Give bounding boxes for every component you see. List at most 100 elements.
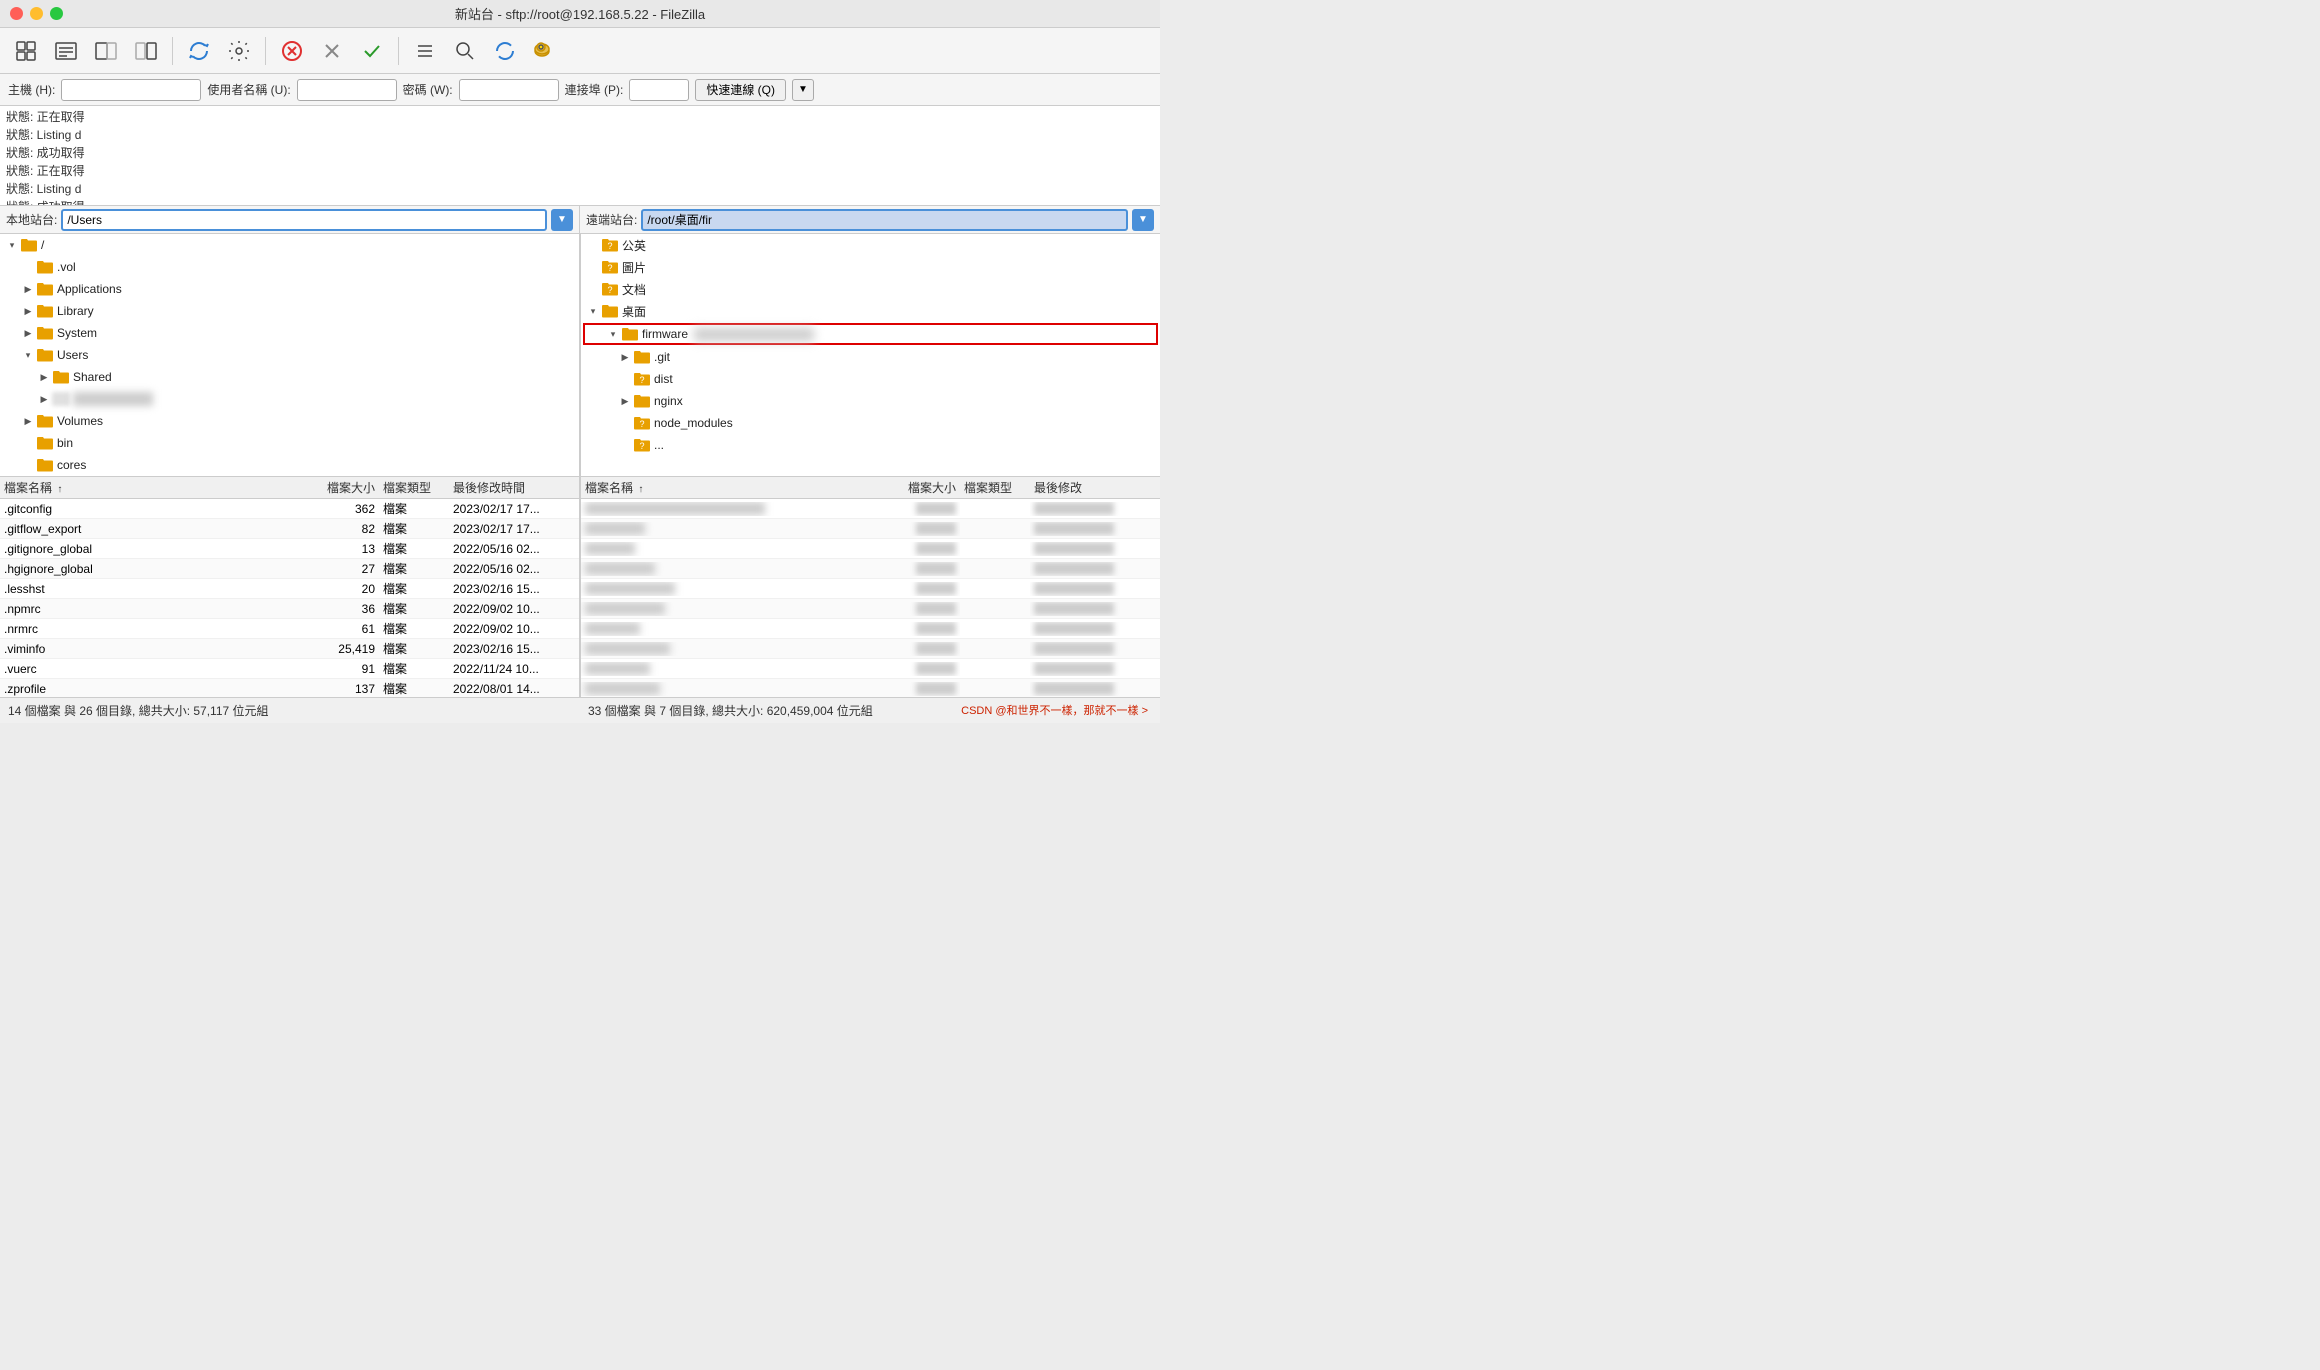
remote-tree-item-node_modules[interactable]: ?node_modules	[581, 412, 1160, 434]
tree-toggle-bin[interactable]	[20, 435, 36, 451]
tree-toggle-users[interactable]: ▾	[20, 347, 36, 363]
local-file-row[interactable]: .npmrc 36 檔案 2022/09/02 10...	[0, 599, 579, 619]
tree-toggle-username[interactable]: ▶	[36, 391, 52, 407]
port-label: 連接埠 (P):	[565, 81, 624, 98]
local-tree-item-shared[interactable]: ▶Shared	[0, 366, 579, 388]
remote-tree-item-tupian[interactable]: ?圖片	[581, 256, 1160, 278]
remote-toggle-tupian[interactable]	[585, 259, 601, 275]
search-button[interactable]	[447, 33, 483, 69]
remote-toggle-zhuomian[interactable]: ▾	[585, 303, 601, 319]
svg-text:?: ?	[639, 441, 644, 451]
local-file-row[interactable]: .nrmrc 61 檔案 2022/09/02 10...	[0, 619, 579, 639]
local-path-dropdown[interactable]: ▼	[551, 209, 573, 231]
remote-file-date-cell: ████████	[1030, 622, 1160, 636]
remote-tree-item-dist[interactable]: ?dist	[581, 368, 1160, 390]
host-label: 主機 (H):	[8, 81, 55, 98]
remote-search-button[interactable]	[527, 33, 563, 69]
local-tree-item-username[interactable]: ▶ ██████	[0, 388, 579, 410]
local-file-row[interactable]: .gitignore_global 13 檔案 2022/05/16 02...	[0, 539, 579, 559]
local-tree-item-vol[interactable]: .vol	[0, 256, 579, 278]
local-tree[interactable]: ▾/.vol▶Applications▶Library▶System▾Users…	[0, 234, 579, 477]
list-button[interactable]	[407, 33, 443, 69]
host-input[interactable]	[61, 79, 201, 101]
minimize-button[interactable]	[30, 7, 43, 20]
remote-tree-item-more[interactable]: ?...	[581, 434, 1160, 456]
quick-connect-button[interactable]: 快速連線 (Q)	[695, 79, 786, 101]
remote-tree-item-nginx[interactable]: ▶nginx	[581, 390, 1160, 412]
remote-toggle-node_modules[interactable]	[617, 415, 633, 431]
toggle-remote-button[interactable]	[128, 33, 164, 69]
tree-toggle-cores[interactable]	[20, 457, 36, 473]
tree-toggle-volumes[interactable]: ▶	[20, 413, 36, 429]
tree-toggle-shared[interactable]: ▶	[36, 369, 52, 385]
remote-toggle-dist[interactable]	[617, 371, 633, 387]
remote-tree-item-zhuomian[interactable]: ▾桌面	[581, 300, 1160, 322]
local-file-row[interactable]: .gitconfig 362 檔案 2023/02/17 17...	[0, 499, 579, 519]
tree-label-username: ██████	[73, 392, 153, 406]
local-tree-item-volumes[interactable]: ▶Volumes	[0, 410, 579, 432]
tree-toggle-system[interactable]: ▶	[20, 325, 36, 341]
remote-toggle-wendang[interactable]	[585, 281, 601, 297]
refresh-button[interactable]	[181, 33, 217, 69]
remote-toggle-nginx[interactable]: ▶	[617, 393, 633, 409]
folder-icon-username	[52, 392, 70, 406]
tree-toggle-applications[interactable]: ▶	[20, 281, 36, 297]
reconnect-button[interactable]	[354, 33, 390, 69]
local-file-row[interactable]: .gitflow_export 82 檔案 2023/02/17 17...	[0, 519, 579, 539]
remote-file-row[interactable]: ████ ██ ████████	[581, 599, 1160, 619]
disconnect-button[interactable]	[314, 33, 350, 69]
maximize-button[interactable]	[50, 7, 63, 20]
remote-file-row[interactable]: ████ ██ ████████	[581, 619, 1160, 639]
local-file-row[interactable]: .zprofile 137 檔案 2022/08/01 14...	[0, 679, 579, 697]
remote-file-row[interactable]: ████ ██ ████████	[581, 539, 1160, 559]
cancel-button[interactable]	[274, 33, 310, 69]
local-panel: ▾/.vol▶Applications▶Library▶System▾Users…	[0, 234, 580, 697]
port-input[interactable]	[629, 79, 689, 101]
local-tree-item-bin[interactable]: bin	[0, 432, 579, 454]
toggle-local-button[interactable]	[88, 33, 124, 69]
close-button[interactable]	[10, 7, 23, 20]
pass-input[interactable]	[459, 79, 559, 101]
remote-tree-item-wendang[interactable]: ?文档	[581, 278, 1160, 300]
remote-tree-item-firmware[interactable]: ▾firmware████████████	[583, 323, 1158, 345]
user-input[interactable]	[297, 79, 397, 101]
sync-browse-button[interactable]	[487, 33, 523, 69]
site-manager-button[interactable]	[8, 33, 44, 69]
remote-tree-item-gongkai[interactable]: ?公英	[581, 234, 1160, 256]
local-path-input[interactable]	[61, 209, 547, 231]
col-size-header: 檔案大小	[309, 479, 379, 496]
local-file-row[interactable]: .viminfo 25,419 檔案 2023/02/16 15...	[0, 639, 579, 659]
remote-file-row[interactable]: ████ ██ ████████	[581, 519, 1160, 539]
local-tree-item-cores[interactable]: cores	[0, 454, 579, 476]
remote-toggle-git[interactable]: ▶	[617, 349, 633, 365]
remote-file-row[interactable]: ████ ██ ████████	[581, 559, 1160, 579]
local-tree-item-library[interactable]: ▶Library	[0, 300, 579, 322]
local-file-row[interactable]: .vuerc 91 檔案 2022/11/24 10...	[0, 659, 579, 679]
local-tree-item-system[interactable]: ▶System	[0, 322, 579, 344]
tree-toggle-library[interactable]: ▶	[20, 303, 36, 319]
remote-toggle-firmware[interactable]: ▾	[605, 326, 621, 342]
remote-toggle-gongkai[interactable]	[585, 237, 601, 253]
toggle-message-button[interactable]	[48, 33, 84, 69]
remote-tree-item-git[interactable]: ▶.git	[581, 346, 1160, 368]
local-tree-item-root[interactable]: ▾/	[0, 234, 579, 256]
quick-connect-dropdown[interactable]: ▼	[792, 79, 814, 101]
remote-toggle-more[interactable]	[617, 437, 633, 453]
remote-tree[interactable]: ?公英?圖片?文档▾桌面▾firmware████████████▶.git?d…	[580, 234, 1160, 477]
file-type-cell: 檔案	[379, 520, 449, 537]
remote-path-input[interactable]	[641, 209, 1128, 231]
local-tree-item-applications[interactable]: ▶Applications	[0, 278, 579, 300]
remote-file-row[interactable]: ████ ██ ████████	[581, 579, 1160, 599]
remote-file-row[interactable]: ████ ██ ████████	[581, 679, 1160, 697]
local-tree-item-users[interactable]: ▾Users	[0, 344, 579, 366]
filter-button[interactable]	[221, 33, 257, 69]
remote-file-row[interactable]: ████ ██ ████████	[581, 659, 1160, 679]
local-file-row[interactable]: .hgignore_global 27 檔案 2022/05/16 02...	[0, 559, 579, 579]
remote-file-row[interactable]: ████ ██ ████████	[581, 639, 1160, 659]
tree-toggle-vol[interactable]	[20, 259, 36, 275]
remote-path-dropdown[interactable]: ▼	[1132, 209, 1154, 231]
local-file-row[interactable]: .lesshst 20 檔案 2023/02/16 15...	[0, 579, 579, 599]
local-path-bar: 本地站台: ▼	[0, 206, 580, 233]
tree-toggle-root[interactable]: ▾	[4, 237, 20, 253]
remote-file-row[interactable]: ████ ██ ████████	[581, 499, 1160, 519]
